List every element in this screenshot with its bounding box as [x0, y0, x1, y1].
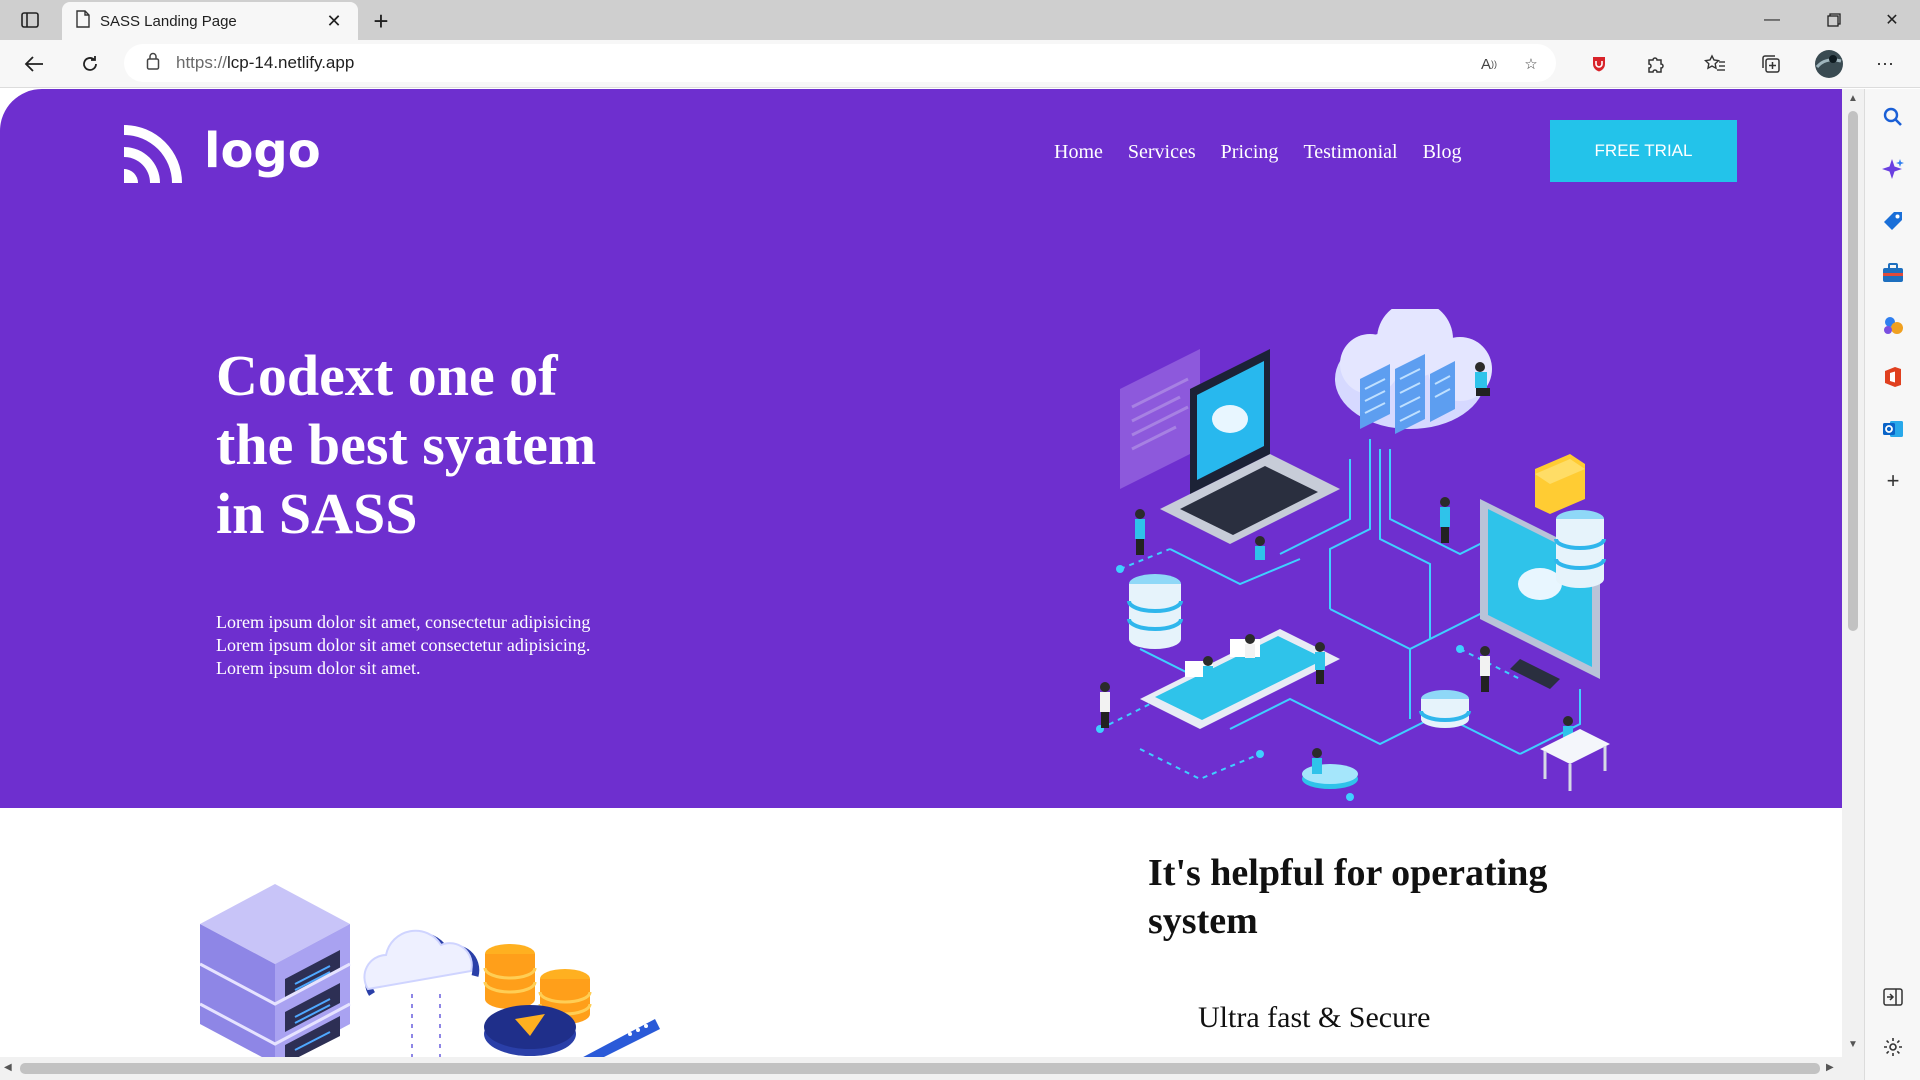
horizontal-scroll-thumb[interactable]	[20, 1063, 1820, 1074]
vertical-scrollbar[interactable]: ▲ ▼	[1842, 89, 1864, 1057]
favorites-icon[interactable]	[1698, 48, 1732, 80]
nav-testimonial[interactable]: Testimonial	[1303, 141, 1397, 164]
scroll-up-icon[interactable]: ▲	[1848, 93, 1858, 104]
url-text: https://lcp-14.netlify.app	[176, 53, 354, 73]
cloud-network-illustration	[1096, 309, 1610, 801]
logo-icon	[124, 125, 182, 183]
settings-icon[interactable]	[1879, 1033, 1907, 1061]
feature-title: It's helpful for operating system	[1148, 852, 1548, 942]
minimize-icon[interactable]: ―	[1746, 0, 1798, 40]
more-icon[interactable]: ⋯	[1868, 48, 1902, 80]
description-line: Lorem ipsum dolor sit amet.	[216, 658, 421, 678]
window-close-icon[interactable]: ✕	[1866, 0, 1918, 40]
tab-actions-icon[interactable]	[14, 8, 46, 32]
description-line: Lorem ipsum dolor sit amet, consectetur …	[216, 612, 591, 632]
office-icon[interactable]	[1879, 363, 1907, 391]
search-icon[interactable]	[1879, 103, 1907, 131]
games-icon[interactable]	[1879, 311, 1907, 339]
headline-line: Codext one of	[216, 343, 558, 408]
hero-description: Lorem ipsum dolor sit amet, consectetur …	[216, 611, 656, 680]
nav-services[interactable]: Services	[1128, 141, 1196, 164]
shield-extension-icon[interactable]	[1582, 48, 1616, 80]
main-nav: Home Services Pricing Testimonial Blog	[1054, 141, 1461, 164]
page-viewport: logo Home Services Pricing Testimonial B…	[0, 89, 1842, 1057]
hero-headline: Codext one of the best syatem in SASS	[216, 341, 696, 548]
add-icon[interactable]: +	[1879, 467, 1907, 495]
scroll-left-icon[interactable]: ◀	[4, 1062, 12, 1073]
free-trial-button[interactable]: FREE TRIAL	[1550, 120, 1737, 182]
hero-section: logo Home Services Pricing Testimonial B…	[0, 89, 1842, 808]
refresh-icon[interactable]	[72, 48, 108, 80]
description-line: Lorem ipsum dolor sit amet consectetur a…	[216, 635, 591, 655]
tools-icon[interactable]	[1879, 259, 1907, 287]
new-tab-icon[interactable]: +	[366, 6, 396, 36]
scroll-right-icon[interactable]: ▶	[1826, 1062, 1834, 1073]
url-field[interactable]: https://lcp-14.netlify.app A)) ☆	[124, 44, 1556, 82]
vertical-scroll-thumb[interactable]	[1848, 111, 1858, 631]
extensions-icon[interactable]	[1638, 48, 1672, 80]
address-bar: https://lcp-14.netlify.app A)) ☆ ⋯	[0, 40, 1920, 88]
collections-icon[interactable]	[1754, 48, 1788, 80]
tab-bar: SASS Landing Page ✕ + ― ✕	[0, 0, 1920, 40]
profile-avatar[interactable]	[1812, 48, 1846, 80]
tab-title: SASS Landing Page	[100, 12, 237, 30]
outlook-icon[interactable]	[1879, 415, 1907, 443]
read-aloud-icon[interactable]: A))	[1476, 52, 1502, 76]
server-cloud-illustration	[200, 884, 660, 1057]
logo-text: logo	[204, 123, 321, 179]
page-icon	[76, 9, 90, 33]
horizontal-scrollbar[interactable]: ◀ ▶	[0, 1057, 1864, 1080]
browser-sidebar: +	[1864, 89, 1920, 1080]
site-logo[interactable]: logo	[124, 119, 321, 183]
copilot-icon[interactable]	[1879, 155, 1907, 183]
lock-icon[interactable]	[146, 52, 160, 75]
close-icon[interactable]: ✕	[322, 9, 346, 33]
restore-icon[interactable]	[1808, 0, 1860, 40]
scroll-down-icon[interactable]: ▼	[1848, 1039, 1858, 1050]
browser-tab[interactable]: SASS Landing Page ✕	[62, 2, 358, 40]
nav-pricing[interactable]: Pricing	[1221, 141, 1279, 164]
nav-blog[interactable]: Blog	[1423, 141, 1462, 164]
headline-line: in SASS	[216, 481, 418, 546]
add-favorite-icon[interactable]: ☆	[1518, 52, 1544, 76]
nav-home[interactable]: Home	[1054, 141, 1103, 164]
shopping-tag-icon[interactable]	[1879, 207, 1907, 235]
feature-subtitle: Ultra fast & Secure	[1198, 1001, 1431, 1034]
headline-line: the best syatem	[216, 412, 597, 477]
hide-sidebar-icon[interactable]	[1879, 983, 1907, 1011]
url-host: lcp-14.netlify.app	[227, 53, 355, 72]
back-icon[interactable]	[16, 48, 52, 80]
url-protocol: https://	[176, 53, 228, 72]
